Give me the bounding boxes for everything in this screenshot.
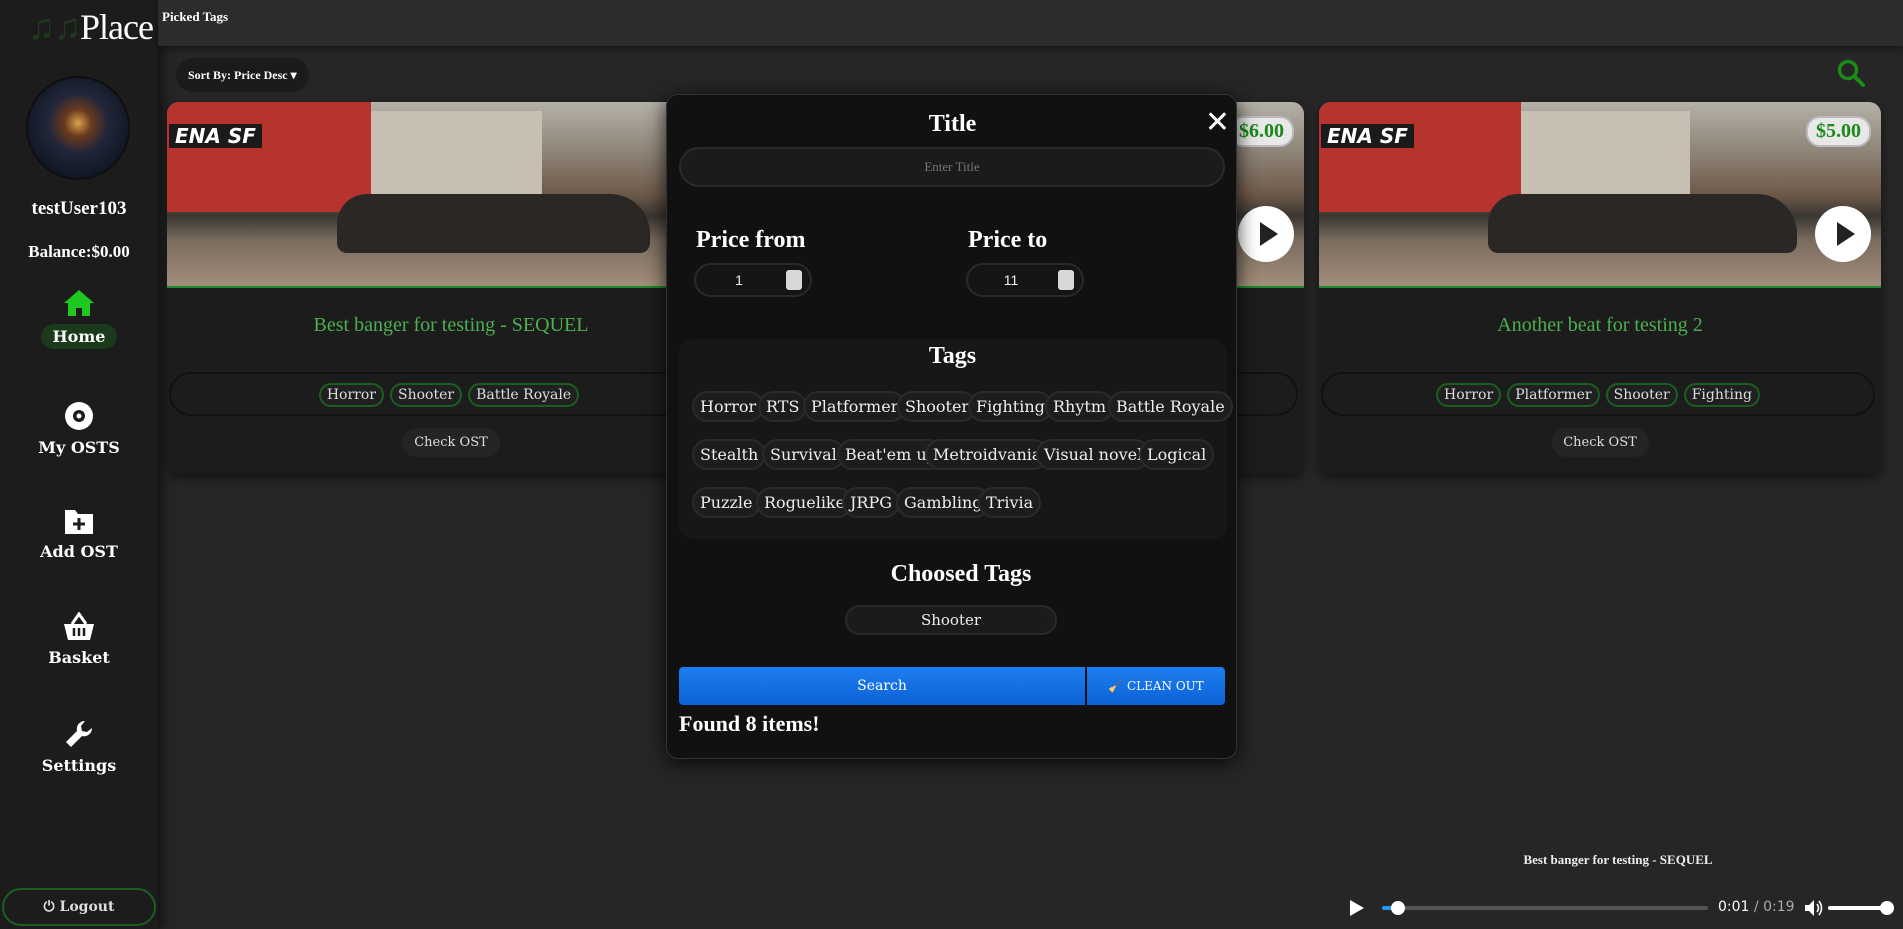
clean-out-label: CLEAN OUT <box>1126 679 1204 693</box>
logout-button[interactable]: ⏻ Logout <box>2 888 156 926</box>
tag-badge[interactable]: Battle Royale <box>468 383 580 407</box>
picked-tags-label: Picked Tags <box>162 9 229 24</box>
volume-handle[interactable] <box>1880 901 1894 915</box>
ost-tags: Horror Shooter Battle Royale <box>169 372 729 416</box>
duration: / 0:19 <box>1753 899 1795 915</box>
audio-player: 0:01 / 0:19 <box>1340 896 1900 920</box>
current-time: 0:01 <box>1718 899 1750 915</box>
sort-label: Sort By: Price Desc <box>188 68 288 82</box>
ost-cover-image: ENA SF <box>1319 102 1881 288</box>
tag-chip[interactable]: Trivia <box>978 487 1042 518</box>
nav-my-osts[interactable]: My OSTS <box>0 400 158 457</box>
volume-slider[interactable] <box>1828 906 1884 910</box>
broom-icon: 🧹 <box>1108 679 1124 693</box>
top-bar: Picked Tags <box>158 0 1903 46</box>
power-icon: ⏻ <box>43 899 55 915</box>
price-badge: $5.00 <box>1806 116 1871 147</box>
play-icon[interactable] <box>1348 898 1366 918</box>
tag-chip[interactable]: Gambling <box>896 487 991 518</box>
disc-icon <box>65 402 93 430</box>
tag-badge[interactable]: Horror <box>1436 383 1502 407</box>
time-display: 0:01 / 0:19 <box>1718 899 1795 915</box>
tag-badge[interactable]: Platformer <box>1507 383 1600 407</box>
tag-chip[interactable]: Roguelike <box>756 487 854 518</box>
title-input[interactable] <box>679 147 1225 187</box>
price-to-heading: Price to <box>968 227 1048 253</box>
price-from-spinner[interactable] <box>786 270 802 290</box>
nav-settings[interactable]: Settings <box>0 718 158 775</box>
tag-badge[interactable]: Horror <box>318 383 384 407</box>
tag-chip[interactable]: Horror <box>692 391 765 422</box>
tag-badge[interactable]: Shooter <box>1605 383 1678 407</box>
check-ost-button[interactable]: Check OST <box>402 428 500 457</box>
basket-icon <box>64 612 94 640</box>
ost-cover-image: ENA SF <box>167 102 735 288</box>
price-from-heading: Price from <box>696 227 806 253</box>
tag-chip[interactable]: RTS <box>758 391 808 422</box>
nav-my-osts-label: My OSTS <box>38 438 120 457</box>
tag-chip[interactable]: Fighting <box>968 391 1053 422</box>
sidebar: ♫♫Place testUser103 Balance:$0.00 Home M… <box>0 0 158 929</box>
tag-chip[interactable]: Logical <box>1139 439 1215 470</box>
nav-home-label: Home <box>40 324 118 349</box>
title-heading: Title <box>928 111 977 137</box>
tag-chip[interactable]: Platformer <box>803 391 907 422</box>
ost-tags: Horror Platformer Shooter Fighting <box>1321 372 1875 416</box>
tag-chip[interactable]: Puzzle <box>692 487 761 518</box>
tag-chip[interactable]: Rhytm <box>1045 391 1114 422</box>
chosen-tag-chip[interactable]: Shooter <box>845 605 1057 635</box>
volume-icon[interactable] <box>1804 899 1824 917</box>
logout-label: Logout <box>59 899 115 915</box>
tag-chip[interactable]: JRPG <box>842 487 901 518</box>
ost-card: ENA SF $1 Best banger for testing - SEQU… <box>167 102 735 474</box>
nav-basket[interactable]: Basket <box>0 612 158 667</box>
now-playing-title: Best banger for testing - SEQUEL <box>1523 852 1713 867</box>
username: testUser103 <box>31 198 127 219</box>
nav-settings-label: Settings <box>41 756 117 775</box>
nav-add-ost[interactable]: Add OST <box>0 506 158 561</box>
balance: Balance:$0.00 <box>28 242 130 261</box>
wrench-icon <box>66 720 93 747</box>
tag-chip[interactable]: Survival <box>762 439 845 470</box>
seek-handle[interactable] <box>1391 901 1406 915</box>
play-button[interactable] <box>1815 206 1871 262</box>
clean-out-button[interactable]: 🧹 CLEAN OUT <box>1087 667 1225 705</box>
tag-chip[interactable]: Stealth <box>692 439 767 470</box>
search-modal: ✕ Title Price from Price to Tags Horror … <box>666 94 1237 759</box>
price-badge: $6.00 <box>1229 116 1294 147</box>
price-to-spinner[interactable] <box>1058 270 1074 290</box>
tags-heading: Tags <box>928 343 977 369</box>
caret-down-icon: ▾ <box>290 68 297 82</box>
tag-chip[interactable]: Metroidvania <box>925 439 1050 470</box>
tag-chip[interactable]: Battle Royale <box>1108 391 1233 422</box>
chosen-tags-heading: Choosed Tags <box>890 561 1032 587</box>
sort-dropdown[interactable]: Sort By: Price Desc ▾ <box>176 58 309 92</box>
tag-chip[interactable]: Shooter <box>897 391 978 422</box>
ost-title[interactable]: Best banger for testing - SEQUEL <box>167 314 735 337</box>
nav-home[interactable]: Home <box>0 288 158 349</box>
search-icon <box>1837 59 1865 87</box>
nav-add-ost-label: Add OST <box>40 542 118 561</box>
results-count: Found 8 items! <box>679 711 820 736</box>
avatar[interactable] <box>26 76 130 180</box>
app-logo[interactable]: ♫♫Place <box>28 6 154 48</box>
nav-basket-label: Basket <box>48 648 110 667</box>
ost-title[interactable]: Another beat for testing 2 <box>1319 314 1881 337</box>
search-button[interactable]: Search <box>679 667 1085 705</box>
folder-plus-icon <box>65 510 93 534</box>
search-toggle-button[interactable] <box>1836 58 1866 92</box>
check-ost-button[interactable]: Check OST <box>1551 428 1649 457</box>
tag-chip[interactable]: Visual novel <box>1036 439 1151 470</box>
ost-card: ENA SF $5.00 Another beat for testing 2 … <box>1319 102 1881 474</box>
tag-badge[interactable]: Shooter <box>389 383 463 407</box>
tag-badge[interactable]: Fighting <box>1683 383 1760 407</box>
home-icon <box>64 290 94 316</box>
play-button[interactable] <box>1238 206 1294 262</box>
seek-bar[interactable] <box>1382 901 1708 915</box>
